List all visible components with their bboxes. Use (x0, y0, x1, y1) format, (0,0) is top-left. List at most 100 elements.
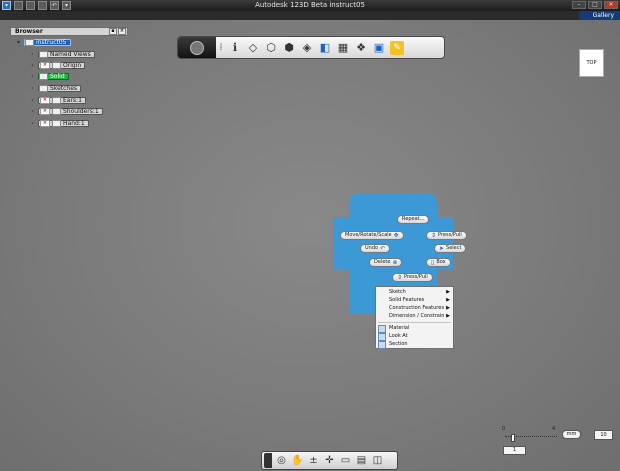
tree-item-chip[interactable]: × Ears:1 (38, 96, 86, 104)
component-icon (25, 38, 34, 46)
display-mode-icon[interactable]: ▤ (355, 454, 368, 467)
collapse-icon[interactable]: ▾ (16, 39, 21, 45)
combine-icon[interactable]: ❖ (354, 41, 368, 55)
menu-item-label: Solid Features (389, 297, 425, 303)
menu-separator (378, 322, 451, 323)
menu-item-label: Construction Features (389, 305, 444, 311)
main-menu-button[interactable] (178, 37, 216, 58)
grid-settings: 0 4 mm 10 1 (502, 424, 614, 458)
press-pull-top-command[interactable]: ⇕ Press/Pull (426, 231, 467, 240)
grid-size-field[interactable]: 10 (594, 430, 613, 440)
tree-item-chip[interactable]: Solid (38, 72, 69, 80)
tree-item-chip[interactable]: × Shoulders:1 (38, 107, 103, 115)
menu-item-construction-features[interactable]: Construction Features ▶ (376, 304, 453, 312)
menu-item-dimension-constrain[interactable]: Dimension / Constrain ▶ (376, 312, 453, 320)
context-menu: Sketch ▶ Solid Features ▶ Construction Fea… (375, 286, 454, 349)
hidden-eye-icon[interactable]: × (40, 61, 50, 69)
zoom-icon[interactable]: ± (307, 454, 320, 467)
tree-item-solid[interactable]: › Solid (30, 72, 69, 80)
tree-item-hand[interactable]: › × Hand:1 (30, 119, 89, 127)
menu-item-solid-features[interactable]: Solid Features ▶ (376, 296, 453, 304)
tree-item-sketches[interactable]: › Sketches (30, 84, 82, 92)
repeat-command[interactable]: Repeat... (397, 215, 430, 224)
expand-icon[interactable]: › (30, 62, 35, 68)
move-rotate-scale-command[interactable]: Move/Rotate/Scale ✥ (340, 231, 404, 240)
delete-command[interactable]: Delete ⊗ (369, 258, 403, 267)
tree-item-chip[interactable]: × Origin (38, 61, 86, 69)
units-button[interactable]: mm (562, 430, 581, 439)
tree-item-ears[interactable]: › × Ears:1 (30, 96, 86, 104)
tree-item-chip[interactable]: instruct05 (24, 38, 71, 46)
tree-item-origin[interactable]: › × Origin (30, 61, 86, 69)
menu-item-label: Look At (389, 333, 408, 339)
tree-item-label: Named Views (50, 50, 91, 58)
pin-icon[interactable]: ▪ (109, 28, 117, 35)
tree-item-label: instruct05 (36, 38, 67, 46)
press-pull-bottom-command[interactable]: ⇕ Press/Pull (392, 273, 433, 282)
visual-style-icon[interactable]: ◫ (371, 454, 384, 467)
expand-icon[interactable]: › (30, 73, 35, 79)
expand-icon[interactable]: › (30, 85, 35, 91)
view-cube[interactable]: TOP (579, 49, 604, 77)
expand-icon[interactable]: › (30, 108, 35, 114)
view-cube-face-label: TOP (586, 60, 597, 66)
look-icon[interactable]: ▭ (339, 454, 352, 467)
submenu-arrow-icon: ▶ (446, 289, 450, 295)
menu-item-look-at[interactable]: Look At (376, 332, 453, 341)
material-icon[interactable]: ✎ (390, 40, 404, 55)
select-command[interactable]: ➤ Select (434, 244, 467, 253)
construct-icon[interactable]: ⬢ (282, 41, 296, 55)
submenu-arrow-icon: ▶ (446, 305, 450, 311)
window-title: Autodesk 123D Beta instruct05 (255, 1, 365, 9)
gallery-label: Gallery (592, 12, 614, 19)
main-toolbar: ⁞ ℹ ◇ ⬡ ⬢ ◈ ◧ ▦ ❖ ▣ ✎ (177, 36, 445, 59)
component-icon (52, 96, 61, 104)
pattern-icon[interactable]: ◧ (318, 41, 332, 55)
viewport-canvas[interactable] (0, 20, 620, 471)
grouping-icon[interactable]: ▦ (336, 41, 350, 55)
grid-subdivision-field[interactable]: 1 (503, 446, 526, 455)
tree-item-shoulders[interactable]: › × Shoulders:1 (30, 107, 103, 115)
expand-icon[interactable]: › (30, 97, 35, 103)
tree-item-chip[interactable]: × Hand:1 (38, 119, 89, 127)
maximize-button[interactable]: □ (588, 1, 602, 9)
grid-subdivision-value: 1 (512, 447, 517, 453)
toolbar-separator: ⁞ (219, 42, 223, 53)
tree-item-chip[interactable]: Sketches (38, 84, 82, 92)
grid-slider-thumb[interactable] (511, 434, 515, 442)
menu-item-sketch[interactable]: Sketch ▶ (376, 288, 453, 296)
fit-icon[interactable]: ✛ (323, 454, 336, 467)
primitives-cube-icon[interactable]: ◇ (246, 41, 260, 55)
info-icon[interactable]: ℹ (228, 41, 242, 55)
units-label: mm (566, 431, 577, 437)
expand-icon[interactable]: › (30, 51, 35, 57)
select-label: Select (446, 245, 462, 251)
gallery-tab[interactable]: Gallery (578, 11, 620, 20)
box-command[interactable]: ▯ Box (426, 258, 451, 267)
pan-hand-icon[interactable]: ✋ (291, 454, 304, 467)
undo-label: Undo (365, 245, 379, 251)
tree-item-named-views[interactable]: › Named Views (30, 50, 95, 58)
menu-item-section[interactable]: Section (376, 340, 453, 349)
hidden-eye-icon[interactable]: × (40, 119, 50, 127)
tree-item-chip[interactable]: Named Views (38, 50, 95, 58)
orbit-icon[interactable]: ◎ (275, 454, 288, 467)
menu-item-material[interactable]: Material (376, 324, 453, 333)
hidden-eye-icon[interactable]: × (40, 96, 50, 104)
tree-item-root[interactable]: ▾ instruct05 (16, 38, 71, 46)
close-button[interactable]: ✕ (604, 1, 618, 9)
tree-item-label: Origin (63, 61, 82, 69)
minimize-button[interactable]: – (572, 1, 586, 9)
modify-icon[interactable]: ◈ (300, 41, 314, 55)
title-bar: ▾ ↶ ▾ Autodesk 123D Beta instruct05 – □ … (0, 0, 620, 11)
browser-close-icon[interactable]: × (118, 28, 126, 35)
menu-item-label: Material (389, 325, 410, 331)
undo-command[interactable]: Undo ↶ (360, 244, 391, 253)
sketch-cube-icon[interactable]: ⬡ (264, 41, 278, 55)
nav-bar-handle[interactable] (264, 453, 272, 468)
measure-icon[interactable]: ▣ (372, 41, 386, 55)
tree-item-label: Shoulders:1 (63, 107, 99, 115)
press-pull-bottom-label: Press/Pull (404, 274, 428, 280)
expand-icon[interactable]: › (30, 120, 35, 126)
hidden-eye-icon[interactable]: × (40, 107, 50, 115)
